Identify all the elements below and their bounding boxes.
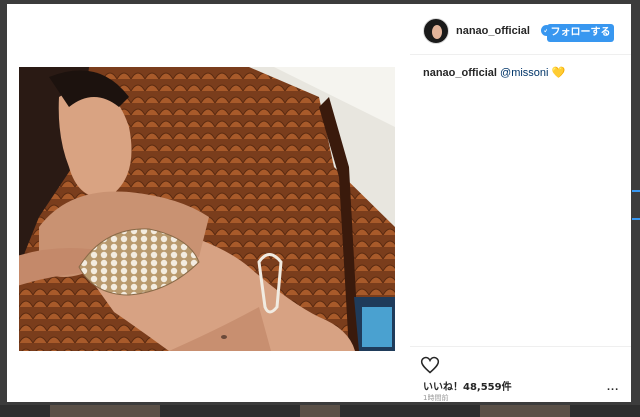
like-button[interactable] [420,355,440,375]
likes-count[interactable]: いいね！48,559件 [423,378,512,393]
post-caption: nanao_official @missoni 💛 [423,66,565,79]
post-sidebar: nanao_official ✓ フォローする nanao_official @… [410,4,631,402]
post-photo[interactable] [19,67,395,351]
post-photo-image [19,67,395,351]
caption-mention-link[interactable]: @missoni [500,67,548,79]
avatar[interactable] [423,18,449,44]
post-header: nanao_official ✓ フォローする [410,14,631,55]
background-edge-mark [632,190,640,192]
background-feed-strip [0,405,640,417]
avatar-face [432,25,442,39]
heart-icon [420,356,440,374]
post-timestamp[interactable]: 1時間前 [423,393,448,402]
background-thumbnail [480,405,570,417]
caption-username-link[interactable]: nanao_official [423,67,497,79]
background-edge-mark [632,218,640,220]
divider [410,346,631,347]
follow-button[interactable]: フォローする [547,24,614,42]
post-modal: nanao_official ✓ フォローする nanao_official @… [7,4,631,402]
caption-emoji: 💛 [551,67,566,79]
header-username-link[interactable]: nanao_official [456,25,530,37]
background-thumbnail [300,405,340,417]
background-thumbnail [50,405,160,417]
more-options-icon[interactable]: ... [607,381,619,393]
